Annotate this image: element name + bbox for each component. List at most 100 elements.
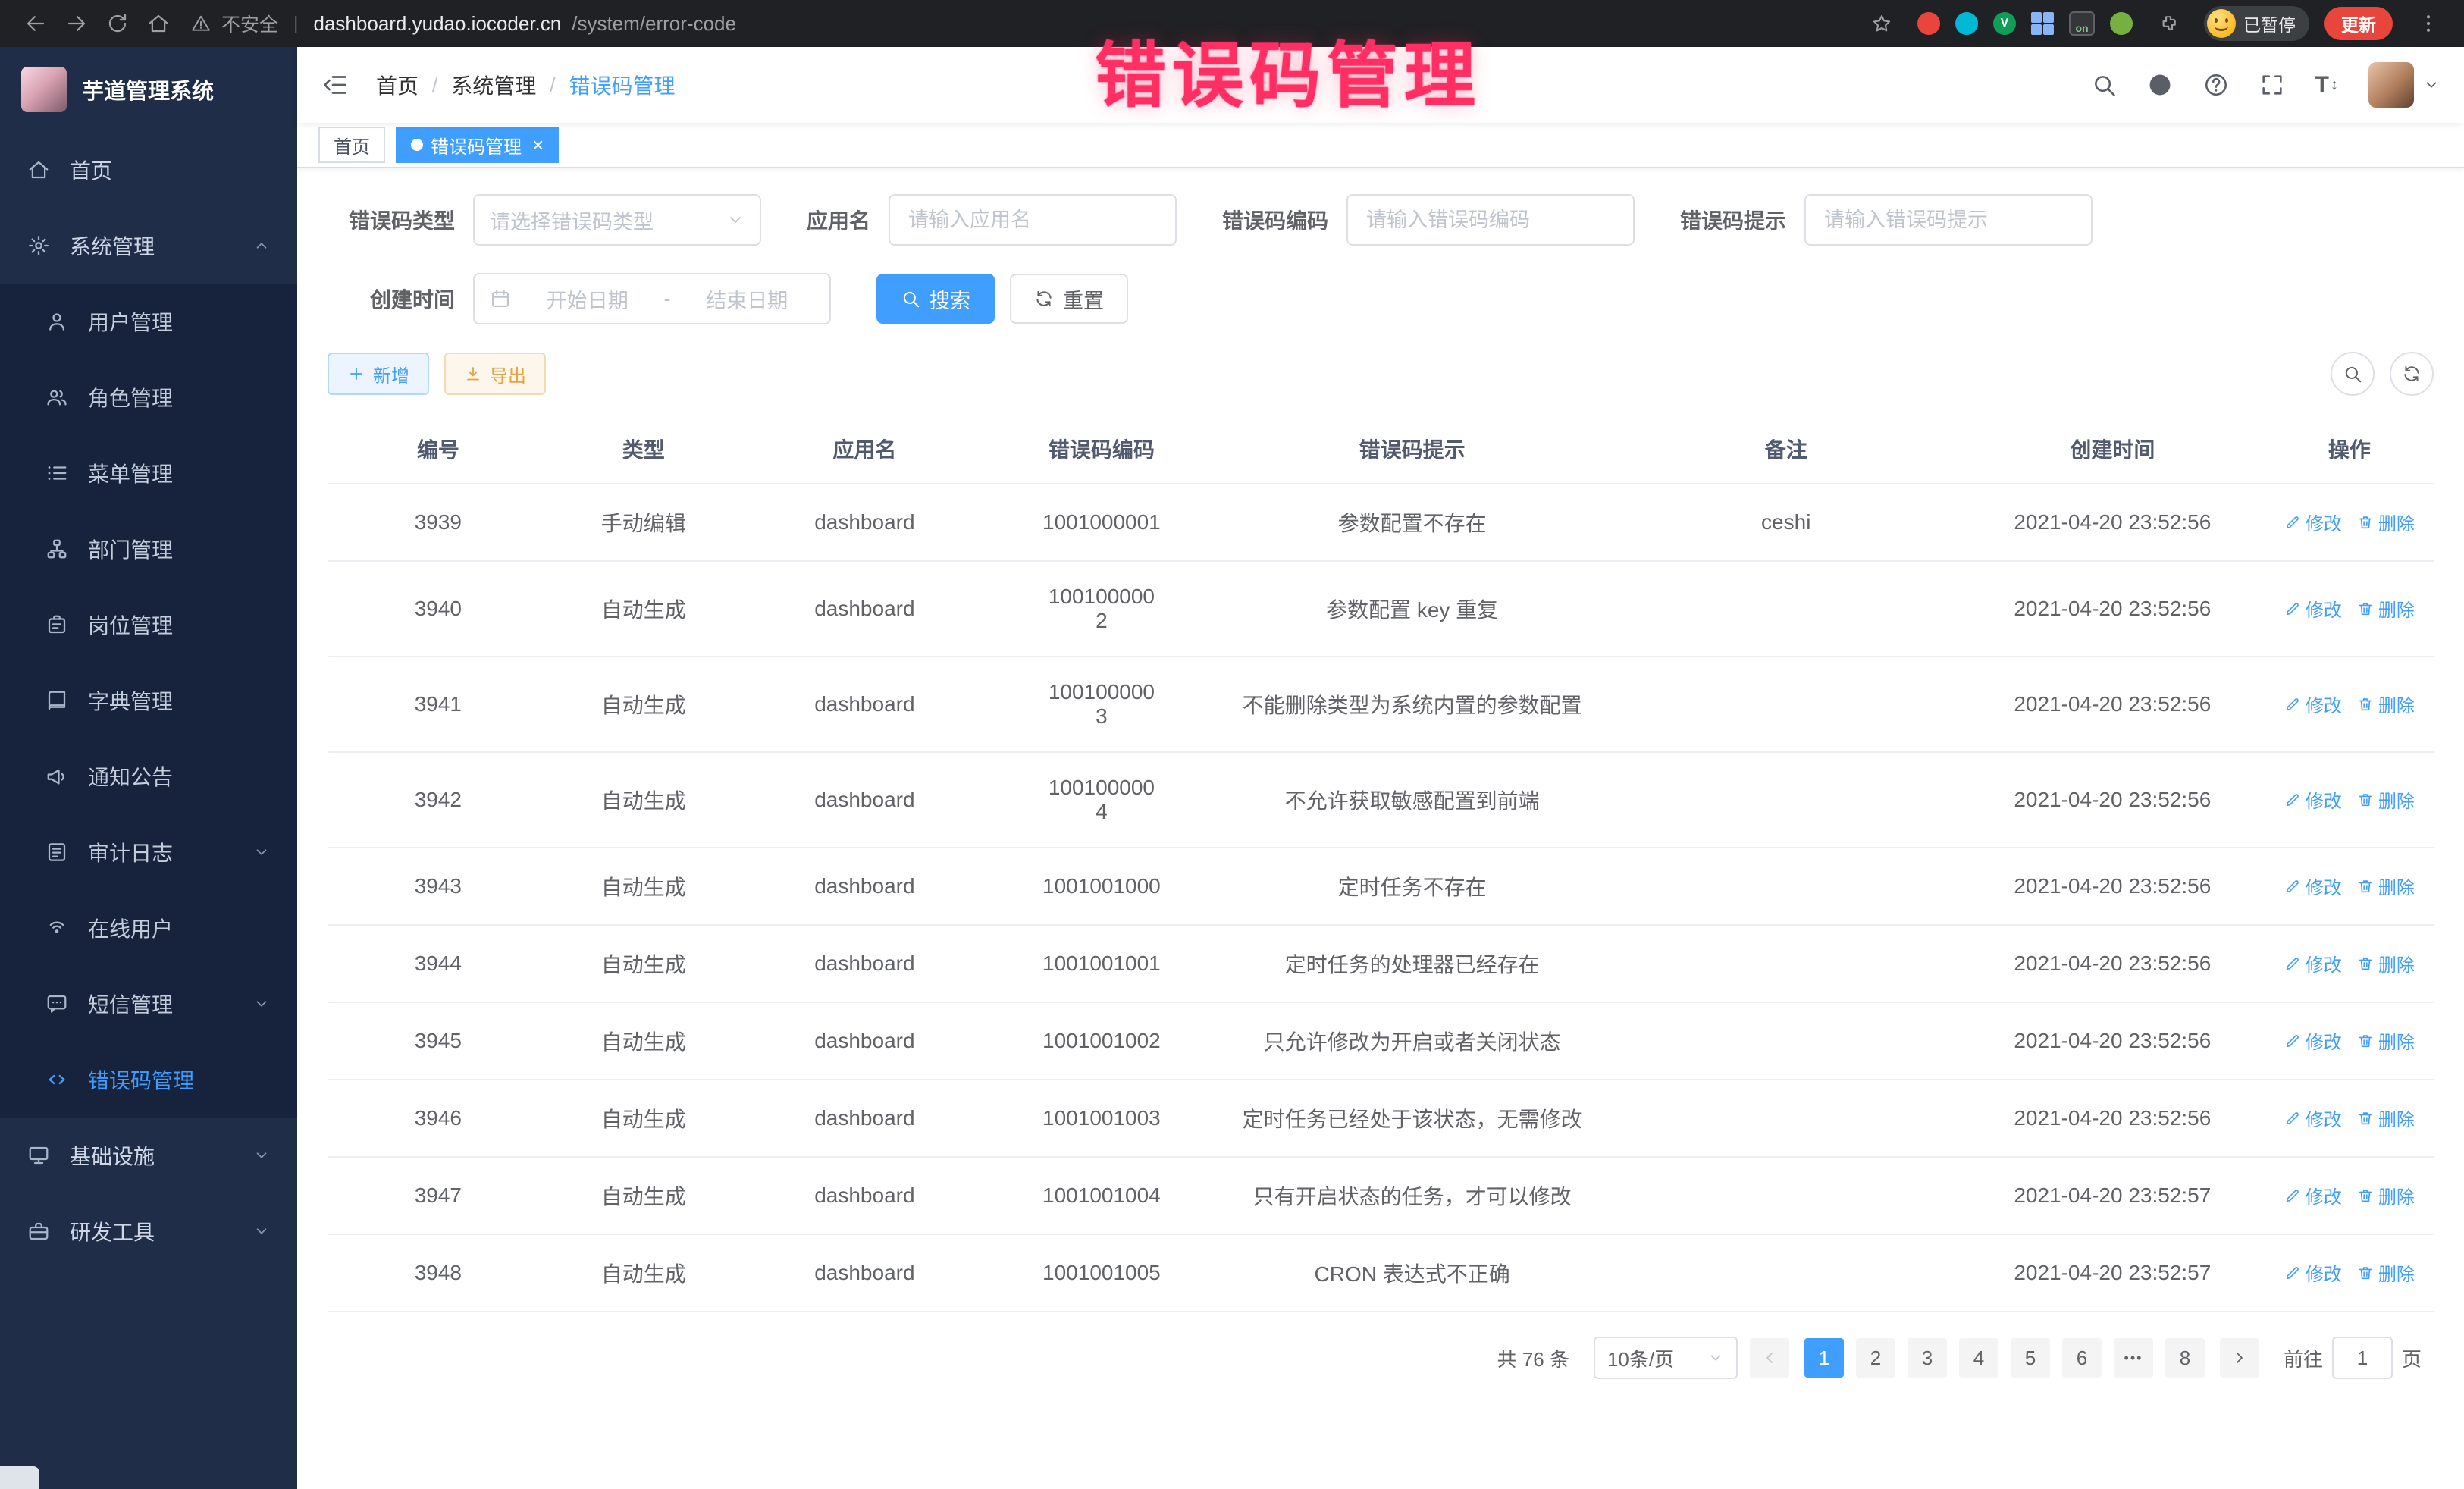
delete-link[interactable]: 删除	[2357, 786, 2415, 813]
breadcrumb-home[interactable]: 首页	[376, 70, 419, 100]
top-navbar: 首页 / 系统管理 / 错误码管理 T↕	[297, 47, 2464, 123]
delete-link[interactable]: 删除	[2357, 691, 2415, 717]
toggle-search-button[interactable]	[2331, 352, 2375, 396]
sidebar-collapse-icon[interactable]	[321, 71, 349, 99]
browser-update-button[interactable]: 更新	[2324, 7, 2393, 40]
page-size-select[interactable]: 10条/页	[1594, 1337, 1738, 1379]
app-logo[interactable]: 芋道管理系统	[0, 47, 297, 132]
error-hint-input[interactable]	[1804, 194, 2093, 246]
page-button-2[interactable]: 2	[1856, 1338, 1895, 1378]
github-icon[interactable]	[2147, 72, 2173, 98]
edit-link[interactable]: 修改	[2284, 1105, 2342, 1131]
sidebar-item-7[interactable]: 字典管理	[0, 663, 297, 738]
sidebar-item-1[interactable]: 系统管理	[0, 208, 297, 284]
table-row: 3944自动生成dashboard1001001001定时任务的处理器已经存在2…	[328, 925, 2434, 1002]
browser-home-icon[interactable]	[138, 3, 179, 44]
sidebar-item-6[interactable]: 岗位管理	[0, 587, 297, 663]
sidebar-item-8[interactable]: 通知公告	[0, 738, 297, 814]
help-question-icon[interactable]	[2203, 72, 2229, 98]
sidebar-item-10[interactable]: 在线用户	[0, 890, 297, 966]
page-more-button[interactable]: •••	[2114, 1338, 2153, 1378]
log-icon	[45, 841, 68, 864]
edit-link[interactable]: 修改	[2284, 595, 2342, 622]
search-icon	[901, 289, 920, 309]
delete-link[interactable]: 删除	[2357, 1182, 2415, 1208]
goto-page-input[interactable]	[2332, 1337, 2393, 1379]
cell-app: dashboard	[738, 657, 991, 752]
sidebar-item-3[interactable]: 角色管理	[0, 359, 297, 435]
column-header: 创建时间	[1960, 414, 2265, 484]
extension-icon-red[interactable]	[1917, 12, 1940, 35]
reset-button[interactable]: 重置	[1010, 274, 1128, 324]
browser-forward-icon[interactable]	[56, 3, 97, 44]
cell-message: 参数配置 key 重复	[1212, 561, 1613, 657]
edit-link[interactable]: 修改	[2284, 873, 2342, 899]
extension-icon-on-badge[interactable]: on	[2069, 11, 2095, 36]
page-button-8[interactable]: 8	[2165, 1338, 2205, 1378]
search-button[interactable]: 搜索	[876, 274, 995, 324]
cell-time: 2021-04-20 23:52:56	[1960, 657, 2265, 752]
app-name-input[interactable]	[889, 194, 1177, 246]
delete-link[interactable]: 删除	[2357, 509, 2415, 535]
browser-reload-icon[interactable]	[97, 3, 138, 44]
breadcrumb-system[interactable]: 系统管理	[451, 70, 536, 100]
edit-link[interactable]: 修改	[2284, 1259, 2342, 1286]
tag-home[interactable]: 首页	[318, 127, 385, 163]
add-button[interactable]: 新增	[328, 353, 429, 395]
sidebar-item-2[interactable]: 用户管理	[0, 284, 297, 359]
delete-link[interactable]: 删除	[2357, 873, 2415, 899]
edit-link[interactable]: 修改	[2284, 509, 2342, 535]
edit-link[interactable]: 修改	[2284, 1182, 2342, 1208]
browser-back-icon[interactable]	[15, 3, 56, 44]
create-time-range-picker[interactable]: 开始日期 - 结束日期	[473, 273, 831, 324]
page-button-4[interactable]: 4	[1959, 1338, 1998, 1378]
page-button-6[interactable]: 6	[2062, 1338, 2102, 1378]
table-body: 3939手动编辑dashboard1001000001参数配置不存在ceshi2…	[328, 484, 2434, 1312]
export-button[interactable]: 导出	[444, 353, 546, 395]
address-bar[interactable]: 不安全 | dashboard.yudao.iocoder.cn/system/…	[191, 10, 1849, 37]
browser-menu-dots-icon[interactable]	[2408, 3, 2449, 44]
sidebar-item-12[interactable]: 错误码管理	[0, 1042, 297, 1118]
home-icon	[27, 158, 50, 181]
delete-link[interactable]: 删除	[2357, 1027, 2415, 1054]
prev-page-button[interactable]	[1750, 1338, 1789, 1378]
next-page-button[interactable]	[2220, 1338, 2259, 1378]
sidebar-item-0[interactable]: 首页	[0, 132, 297, 208]
refresh-table-button[interactable]	[2390, 352, 2434, 396]
page-button-5[interactable]: 5	[2011, 1338, 2050, 1378]
cell-message: 只允许修改为开启或者关闭状态	[1212, 1002, 1613, 1080]
edit-link[interactable]: 修改	[2284, 786, 2342, 813]
sidebar-item-9[interactable]: 审计日志	[0, 814, 297, 890]
edit-link[interactable]: 修改	[2284, 950, 2342, 976]
delete-link[interactable]: 删除	[2357, 595, 2415, 622]
edit-link[interactable]: 修改	[2284, 691, 2342, 717]
delete-link[interactable]: 删除	[2357, 1105, 2415, 1131]
sidebar-item-4[interactable]: 菜单管理	[0, 435, 297, 511]
extension-icon-green-v[interactable]: V	[1993, 12, 2016, 35]
browser-profile-chip[interactable]: 已暂停	[2204, 6, 2309, 41]
tag-close-icon[interactable]: ×	[532, 135, 544, 155]
sidebar-item-11[interactable]: 短信管理	[0, 966, 297, 1042]
error-type-select[interactable]: 请选择错误码类型	[473, 194, 761, 246]
sidebar-item-5[interactable]: 部门管理	[0, 511, 297, 587]
page-button-3[interactable]: 3	[1908, 1338, 1947, 1378]
delete-link[interactable]: 删除	[2357, 1259, 2415, 1286]
extension-icon-green-leaf[interactable]	[2110, 12, 2133, 35]
error-code-input[interactable]	[1346, 194, 1635, 246]
header-search-icon[interactable]	[2091, 72, 2117, 98]
bookmark-star-icon[interactable]	[1861, 3, 1902, 44]
tag-error-code-management[interactable]: 错误码管理 ×	[396, 127, 559, 163]
sidebar-item-13[interactable]: 基础设施	[0, 1118, 297, 1193]
cell-memo	[1613, 1234, 1960, 1312]
extension-icon-grid[interactable]	[2031, 12, 2054, 35]
extension-icon-teal[interactable]	[1955, 12, 1978, 35]
sidebar-item-14[interactable]: 研发工具	[0, 1193, 297, 1269]
edit-link[interactable]: 修改	[2284, 1027, 2342, 1054]
trash-icon	[2357, 1110, 2374, 1127]
delete-link[interactable]: 删除	[2357, 950, 2415, 976]
extensions-puzzle-icon[interactable]	[2148, 3, 2189, 44]
font-size-icon[interactable]: T↕	[2315, 74, 2338, 96]
user-menu[interactable]	[2368, 62, 2440, 108]
fullscreen-icon[interactable]	[2259, 72, 2285, 98]
page-button-1[interactable]: 1	[1804, 1338, 1844, 1378]
